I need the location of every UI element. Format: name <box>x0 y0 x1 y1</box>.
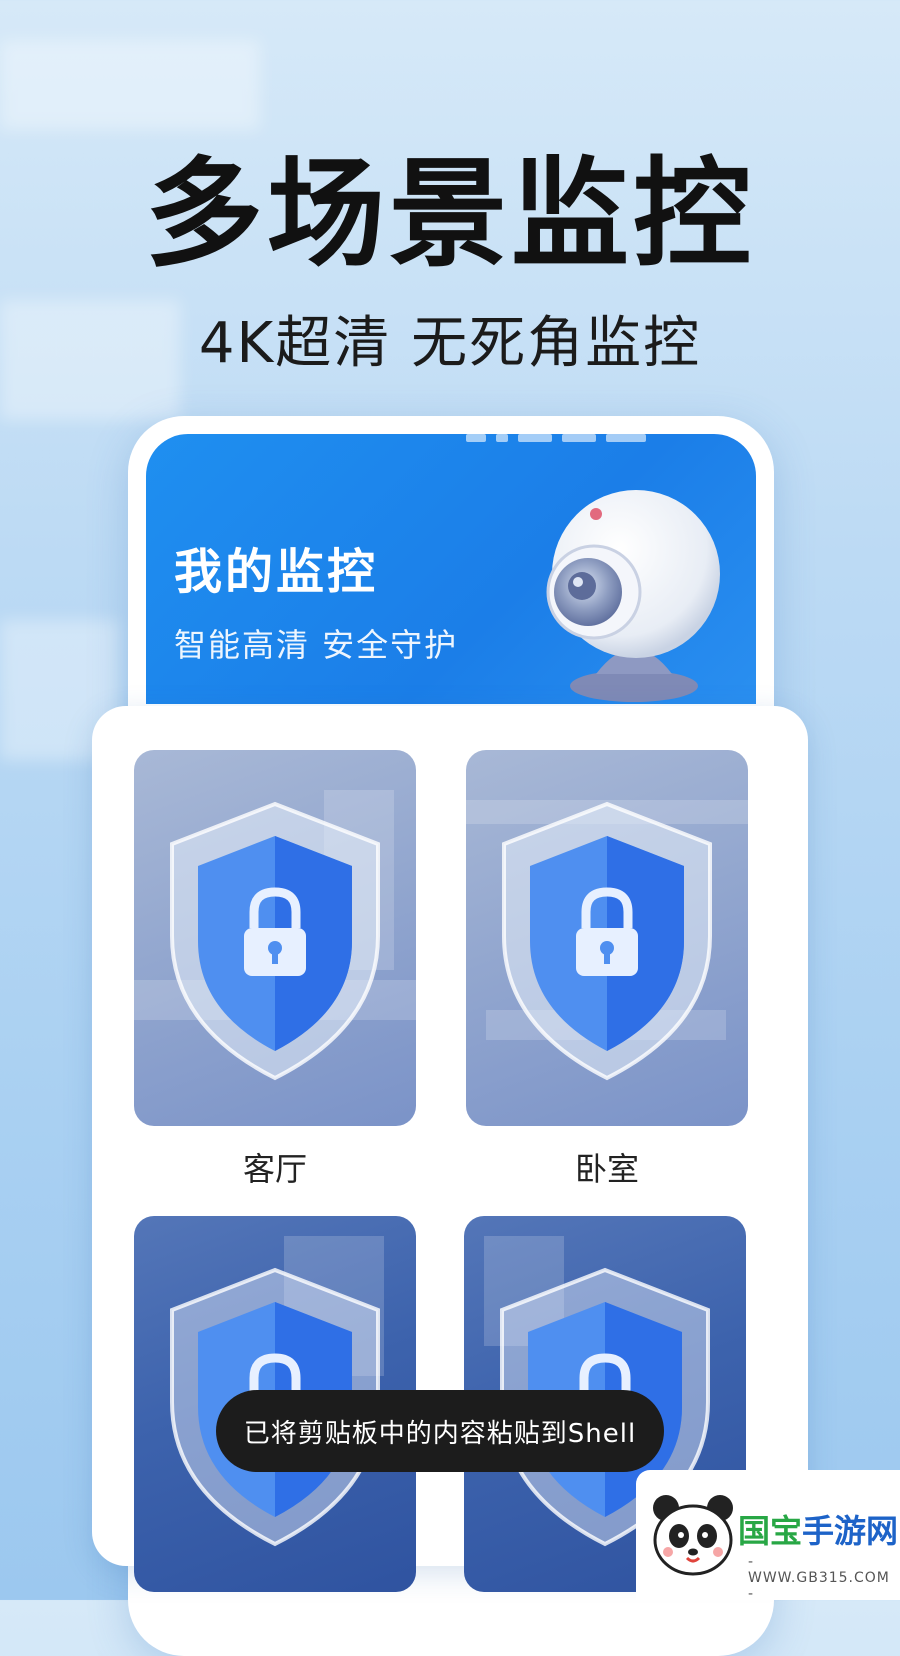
room-label-living-room: 客厅 <box>242 1150 307 1188</box>
watermark-brand-part2: 手游网 <box>802 1512 899 1550</box>
watermark-brand: 国宝手游网 <box>738 1506 898 1552</box>
status-bar <box>466 434 706 444</box>
panda-logo-icon <box>653 1495 733 1576</box>
watermark-url: - WWW.GB315.COM - <box>748 1554 890 1602</box>
clipboard-toast: 已将剪贴板中的内容粘贴到Shell <box>216 1390 664 1472</box>
room-tile-living-room[interactable] <box>134 750 416 1126</box>
webcam-icon <box>546 490 720 702</box>
site-watermark: 国宝手游网 - WWW.GB315.COM - <box>636 1470 900 1602</box>
room-tile-bedroom[interactable] <box>466 750 748 1126</box>
background-light-streak <box>0 40 260 130</box>
promo-subline: 4K超清 无死角监控 <box>198 311 702 376</box>
my-monitor-subtitle: 智能高清 安全守护 <box>174 626 459 664</box>
promo-headline: 多场景监控 <box>144 145 755 283</box>
watermark-brand-part1: 国宝 <box>738 1512 803 1550</box>
my-monitor-title: 我的监控 <box>174 544 379 600</box>
shield-lock-icon <box>502 801 712 1081</box>
shield-lock-icon <box>170 801 380 1081</box>
my-monitor-banner[interactable]: 我的监控 智能高清 安全守护 <box>146 434 756 704</box>
room-label-bedroom: 卧室 <box>574 1150 639 1188</box>
